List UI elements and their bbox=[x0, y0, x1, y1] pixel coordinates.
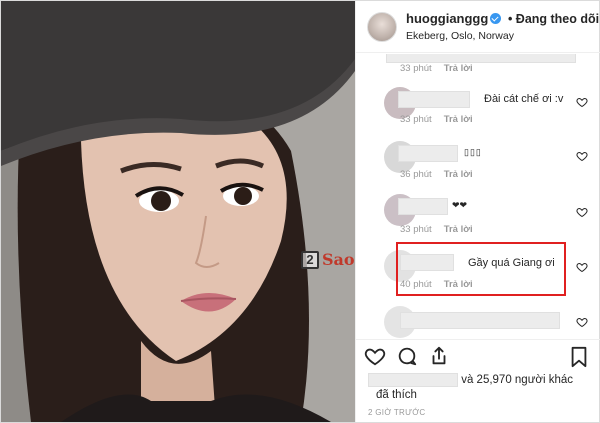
reply-link[interactable]: Trả lời bbox=[444, 169, 473, 180]
highlight-box bbox=[396, 242, 566, 296]
likes-summary[interactable]: và 25,970 người khác bbox=[368, 373, 573, 387]
comment-time: 33 phút bbox=[400, 224, 432, 235]
verified-badge-icon bbox=[490, 13, 502, 24]
likes-count-text: và 25,970 người khác bbox=[461, 374, 573, 387]
watermark: 2 Sao bbox=[301, 250, 355, 269]
author-line: huoggianggg • Đang theo dõi bbox=[406, 11, 599, 26]
blurred-comment bbox=[400, 312, 560, 329]
like-comment-heart-icon[interactable] bbox=[576, 316, 588, 328]
watermark-text: Sao bbox=[322, 250, 355, 269]
comment-time: 33 phút bbox=[400, 63, 432, 74]
post-timestamp[interactable]: 2 GIỜ TRƯỚC bbox=[368, 408, 426, 417]
reply-link[interactable]: Trả lời bbox=[444, 224, 473, 235]
comment-meta: 33 phút Trả lời bbox=[400, 224, 473, 235]
like-comment-heart-icon[interactable] bbox=[576, 261, 588, 273]
like-heart-icon[interactable] bbox=[364, 345, 386, 367]
blurred-username bbox=[398, 91, 470, 108]
comment-list: 33 phút Trả lời Đài cát chế ơi :v 33 phút… bbox=[356, 54, 600, 339]
like-comment-heart-icon[interactable] bbox=[576, 150, 588, 162]
like-comment-heart-icon[interactable] bbox=[576, 206, 588, 218]
share-icon[interactable] bbox=[428, 345, 450, 367]
post-header: huoggianggg • Đang theo dõi Ekeberg, Osl… bbox=[356, 1, 600, 53]
post-photo[interactable]: 2 Sao bbox=[1, 1, 355, 422]
reply-link[interactable]: Trả lời bbox=[444, 114, 473, 125]
comment-meta: 36 phút Trả lời bbox=[400, 169, 473, 180]
comment-time: 33 phút bbox=[400, 114, 432, 125]
author-avatar[interactable] bbox=[367, 12, 397, 42]
reply-link[interactable]: Trả lời bbox=[444, 63, 473, 74]
comment-text: ❤❤ bbox=[452, 200, 468, 210]
watermark-digit: 2 bbox=[301, 250, 319, 269]
comment-meta: 33 phút Trả lời bbox=[400, 114, 473, 125]
post-actions bbox=[364, 345, 450, 369]
comment-meta: 33 phút Trả lời bbox=[400, 63, 473, 74]
post-location[interactable]: Ekeberg, Oslo, Norway bbox=[406, 30, 514, 42]
section-divider bbox=[356, 339, 600, 340]
liked-label: đã thích bbox=[376, 389, 417, 401]
comment-text: ▯▯▯ bbox=[464, 147, 482, 157]
blurred-liker-name bbox=[368, 373, 458, 387]
like-comment-heart-icon[interactable] bbox=[576, 96, 588, 108]
blurred-username bbox=[398, 145, 458, 162]
blurred-username bbox=[398, 198, 448, 215]
post-side-panel: huoggianggg • Đang theo dõi Ekeberg, Osl… bbox=[355, 1, 600, 422]
author-username[interactable]: huoggianggg bbox=[406, 11, 488, 26]
blurred-comment bbox=[386, 54, 576, 63]
following-status[interactable]: • Đang theo dõi bbox=[508, 12, 599, 26]
save-bookmark-icon[interactable] bbox=[569, 346, 589, 368]
portrait-illustration bbox=[1, 1, 355, 422]
comment-bubble-icon[interactable] bbox=[396, 345, 418, 367]
comment-time: 36 phút bbox=[400, 169, 432, 180]
comment-text: Đài cát chế ơi :v bbox=[484, 93, 564, 105]
